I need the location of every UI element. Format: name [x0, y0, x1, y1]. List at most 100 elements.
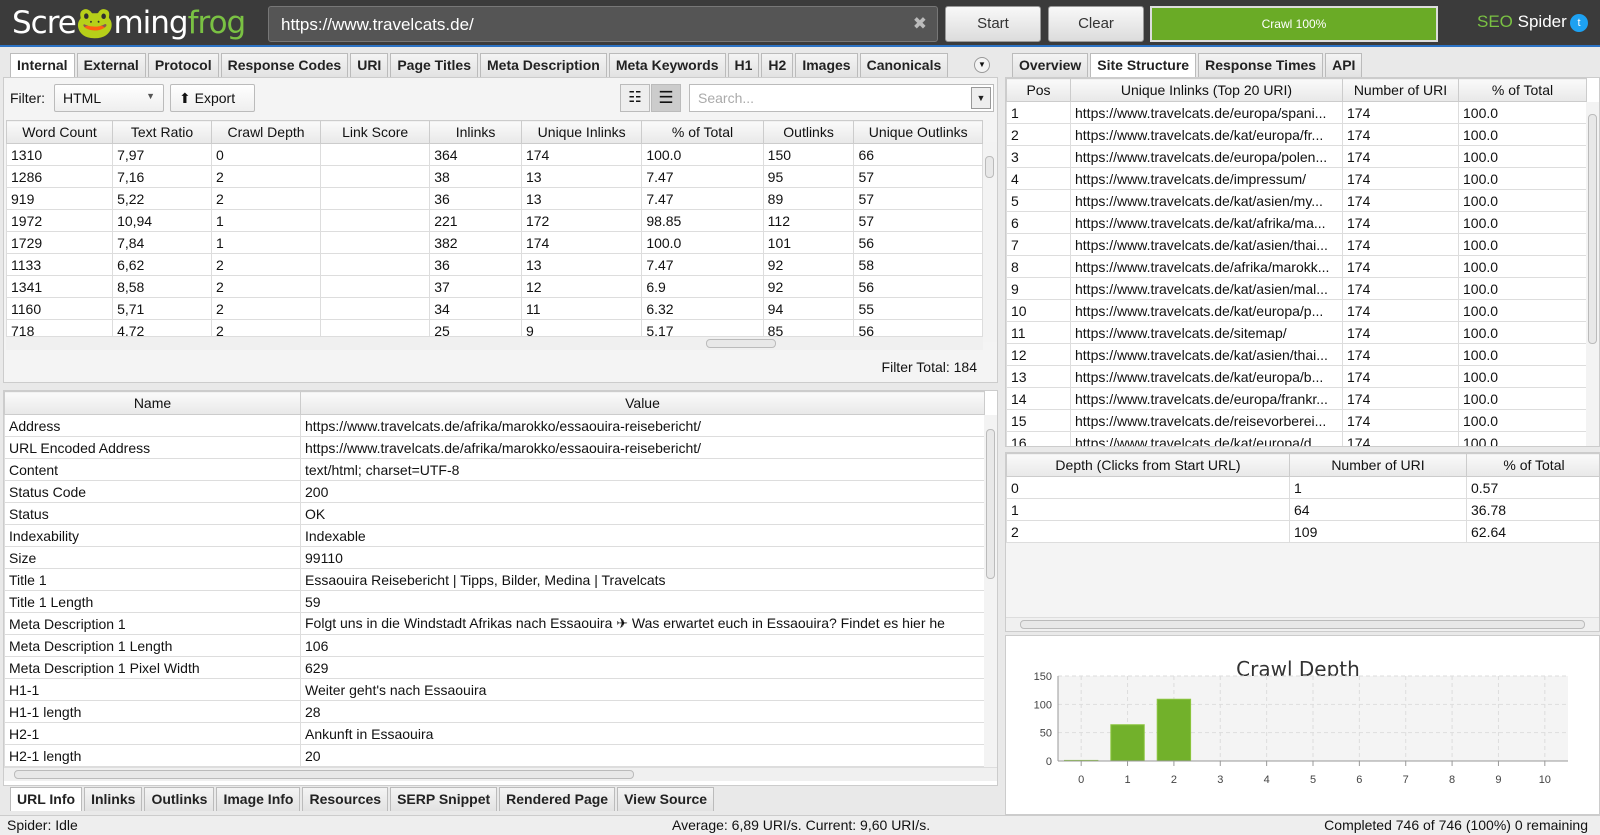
column-header[interactable]: Number of URI — [1342, 78, 1459, 102]
table-row[interactable]: 7 https://www.travelcats.de/kat/asien/tha… — [1006, 233, 1587, 256]
table-row[interactable]: Status Code 200 — [4, 480, 985, 503]
table-row[interactable]: Address https://www.travelcats.de/afrika/… — [4, 414, 985, 437]
table-row[interactable]: 2 https://www.travelcats.de/kat/europa/fr… — [1006, 123, 1587, 146]
column-header[interactable]: % of Total — [641, 120, 764, 144]
table-row[interactable]: 2 109 62.64 — [1006, 520, 1599, 543]
table-row[interactable]: 11 https://www.travelcats.de/sitemap/174 1… — [1006, 321, 1587, 344]
table-row[interactable]: 1341 8,58 2 37 12 6.9 92 56 — [5, 275, 983, 298]
table-row[interactable]: Title 1 Length 59 — [4, 590, 985, 613]
table-row[interactable]: 1133 6,62 2 36 13 7.47 92 58 — [5, 253, 983, 276]
tab-page-titles[interactable]: Page Titles — [390, 53, 478, 77]
column-header[interactable]: Word Count — [5, 120, 114, 144]
right-tab-api[interactable]: API — [1325, 53, 1363, 77]
url-input[interactable]: https://www.travelcats.de/ ✖ — [268, 6, 938, 42]
start-button[interactable]: Start — [945, 6, 1041, 42]
table-row[interactable]: 1160 5,71 2 34 11 6.32 94 55 — [5, 297, 983, 320]
table-row[interactable]: 1 https://www.travelcats.de/europa/spani.… — [1006, 101, 1587, 124]
tab-canonicals[interactable]: Canonicals — [859, 53, 949, 77]
table-row[interactable]: 919 5,22 2 36 13 7.47 89 57 — [5, 187, 983, 210]
table-row[interactable]: 13 https://www.travelcats.de/kat/europa/b… — [1006, 365, 1587, 388]
table-row[interactable]: H2-1 Ankunft in Essaouira — [4, 722, 985, 745]
export-button[interactable]: ⬆ Export — [170, 84, 255, 112]
column-header[interactable]: Link Score — [320, 120, 431, 144]
table-row[interactable]: Size 99110 — [4, 546, 985, 569]
tab-h2[interactable]: H2 — [761, 53, 794, 77]
table-row[interactable]: 4 https://www.travelcats.de/impressum/174… — [1006, 167, 1587, 190]
tab-uri[interactable]: URI — [350, 53, 389, 77]
column-header[interactable]: Number of URI — [1289, 453, 1467, 477]
table-row[interactable]: Content text/html; charset=UTF-8 — [4, 458, 985, 481]
column-header[interactable]: Crawl Depth — [210, 120, 322, 144]
table-row[interactable]: 5 https://www.travelcats.de/kat/asien/my.… — [1006, 189, 1587, 212]
bottom-tab-view-source[interactable]: View Source — [617, 787, 715, 811]
tab-meta-description[interactable]: Meta Description — [480, 53, 607, 77]
tab-external[interactable]: External — [76, 53, 146, 77]
bottom-tab-rendered-page[interactable]: Rendered Page — [499, 787, 616, 811]
grid-horizontal-scrollbar[interactable] — [6, 336, 983, 350]
table-row[interactable]: Indexability Indexable — [4, 524, 985, 547]
column-header[interactable]: Name — [4, 391, 301, 415]
tab-internal[interactable]: Internal — [10, 53, 75, 77]
table-row[interactable]: 12 https://www.travelcats.de/kat/asien/th… — [1006, 343, 1587, 366]
tab-response-codes[interactable]: Response Codes — [220, 53, 349, 77]
tree-view-button[interactable]: ☷ — [620, 84, 650, 112]
table-row[interactable]: 8 https://www.travelcats.de/afrika/marokk… — [1006, 255, 1587, 278]
tab-h1[interactable]: H1 — [727, 53, 760, 77]
table-row[interactable]: Meta Description 1 Folgt uns in die Winds… — [4, 612, 985, 635]
column-header[interactable]: Unique Inlinks — [520, 120, 643, 144]
table-row[interactable]: H1-1 length 28 — [4, 700, 985, 723]
grid-vertical-scrollbar[interactable] — [983, 142, 997, 342]
bottom-tab-serp-snippet[interactable]: SERP Snippet — [390, 787, 498, 811]
tabs-menu-icon[interactable]: ▼ — [974, 57, 990, 73]
column-header[interactable]: Outlinks — [762, 120, 855, 144]
tab-protocol[interactable]: Protocol — [147, 53, 219, 77]
table-row[interactable]: URL Encoded Address https://www.travelcat… — [4, 436, 985, 459]
table-row[interactable]: 16 https://www.travelcats.de/kat/europa/d… — [1006, 431, 1587, 446]
column-header[interactable]: % of Total — [1466, 453, 1599, 477]
bottom-tab-url-info[interactable]: URL Info — [10, 787, 83, 811]
bottom-tab-image-info[interactable]: Image Info — [216, 787, 301, 811]
table-row[interactable]: 3 https://www.travelcats.de/europa/polen.… — [1006, 145, 1587, 168]
table-row[interactable]: 6 https://www.travelcats.de/kat/afrika/ma… — [1006, 211, 1587, 234]
table-row[interactable]: 10 https://www.travelcats.de/kat/europa/p… — [1006, 299, 1587, 322]
column-header[interactable]: Text Ratio — [112, 120, 212, 144]
table-row[interactable]: 14 https://www.travelcats.de/europa/frank… — [1006, 387, 1587, 410]
details-horizontal-scrollbar[interactable] — [4, 767, 997, 781]
tab-meta-keywords[interactable]: Meta Keywords — [608, 53, 726, 77]
depth-scrollbar[interactable] — [1006, 617, 1599, 631]
search-input[interactable]: Search... ▼ — [689, 84, 994, 112]
column-header[interactable]: % of Total — [1458, 78, 1587, 102]
table-row[interactable]: 9 https://www.travelcats.de/kat/asien/mal… — [1006, 277, 1587, 300]
bottom-tab-outlinks[interactable]: Outlinks — [144, 787, 215, 811]
column-header[interactable]: Pos — [1006, 78, 1071, 102]
tab-images[interactable]: Images — [795, 53, 858, 77]
list-view-button[interactable]: ☰ — [651, 84, 681, 112]
right-tab-site-structure[interactable]: Site Structure — [1090, 53, 1197, 77]
column-header[interactable]: Value — [300, 391, 985, 415]
table-row[interactable]: 1 64 36.78 — [1006, 498, 1599, 521]
table-row[interactable]: Meta Description 1 Length 106 — [4, 634, 985, 657]
inlinks-scrollbar[interactable] — [1586, 102, 1599, 446]
clear-url-icon[interactable]: ✖ — [913, 14, 927, 34]
bottom-tab-resources[interactable]: Resources — [302, 787, 389, 811]
table-row[interactable]: Meta Description 1 Pixel Width 629 — [4, 656, 985, 679]
bar-depth-1[interactable] — [1110, 724, 1145, 762]
table-row[interactable]: 15 https://www.travelcats.de/reisevorbere… — [1006, 409, 1587, 432]
twitter-icon[interactable]: t — [1570, 14, 1588, 32]
table-row[interactable]: 1972 10,94 1 221 172 98.85 112 57 — [5, 209, 983, 232]
right-tab-response-times[interactable]: Response Times — [1198, 53, 1324, 77]
table-row[interactable]: Status OK — [4, 502, 985, 525]
column-header[interactable]: Depth (Clicks from Start URL) — [1006, 453, 1290, 477]
column-header[interactable]: Inlinks — [429, 120, 522, 144]
bar-depth-2[interactable] — [1156, 698, 1192, 762]
clear-button[interactable]: Clear — [1048, 6, 1144, 42]
bottom-tab-inlinks[interactable]: Inlinks — [84, 787, 143, 811]
details-vertical-scrollbar[interactable] — [984, 415, 997, 767]
search-dropdown-icon[interactable]: ▼ — [971, 87, 991, 109]
column-header[interactable]: Unique Outlinks — [853, 120, 983, 144]
table-row[interactable]: 1286 7,16 2 38 13 7.47 95 57 — [5, 165, 983, 188]
table-row[interactable]: H1-1 Weiter geht's nach Essaouira — [4, 678, 985, 701]
table-row[interactable]: H2-1 length 20 — [4, 744, 985, 767]
column-header[interactable]: Unique Inlinks (Top 20 URI) — [1070, 78, 1343, 102]
table-row[interactable]: Title 1 Essaouira Reisebericht | Tipps, B… — [4, 568, 985, 591]
